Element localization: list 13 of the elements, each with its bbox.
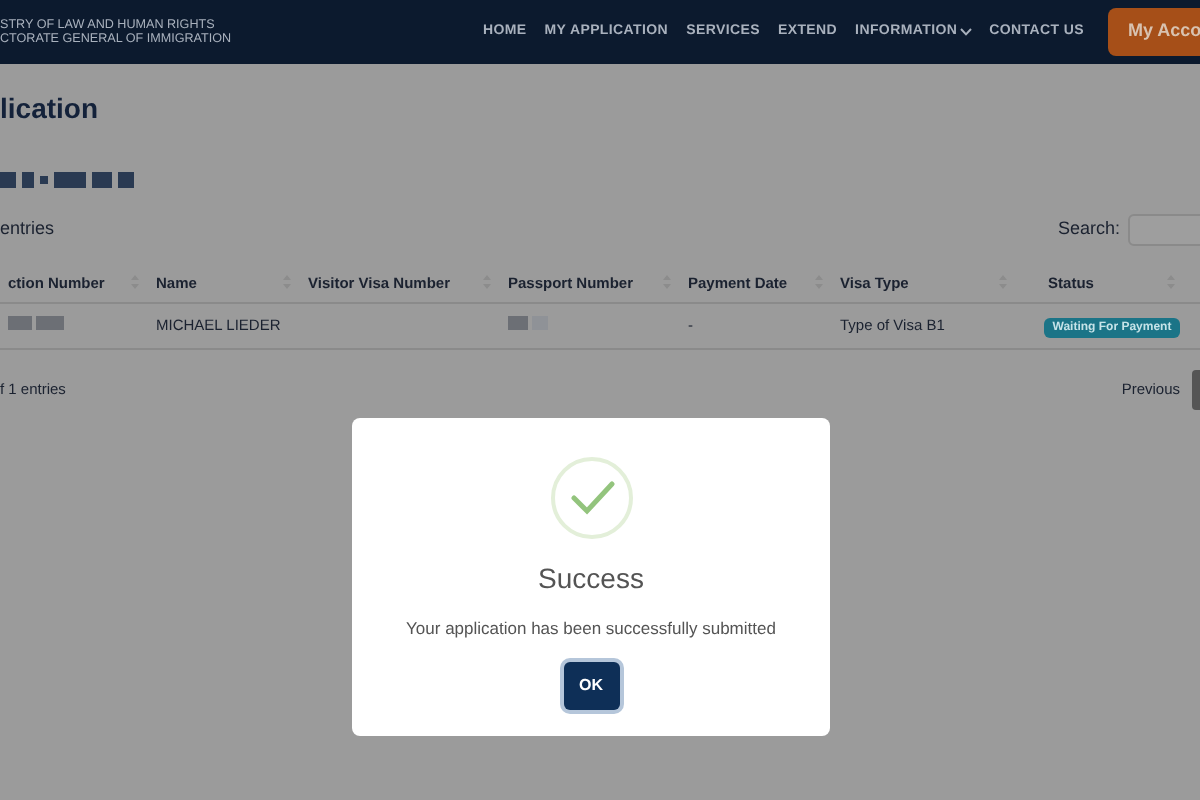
my-account-button[interactable]: My Acco: [1108, 8, 1200, 56]
redacted-block: [508, 316, 548, 331]
checkmark-icon: [549, 456, 633, 540]
redacted-block: [8, 316, 64, 331]
dialog-message: Your application has been successfully submitted: [406, 616, 776, 642]
entries-label: entries: [0, 215, 55, 242]
page-title: lication: [0, 90, 101, 128]
page-button[interactable]: [1192, 369, 1200, 410]
dialog-title: Success: [538, 560, 644, 598]
pixelated-text-block: [0, 170, 134, 190]
search-label: Search:: [1057, 215, 1120, 242]
ok-button[interactable]: OK: [563, 661, 619, 710]
chevron-down-icon: [959, 28, 972, 36]
